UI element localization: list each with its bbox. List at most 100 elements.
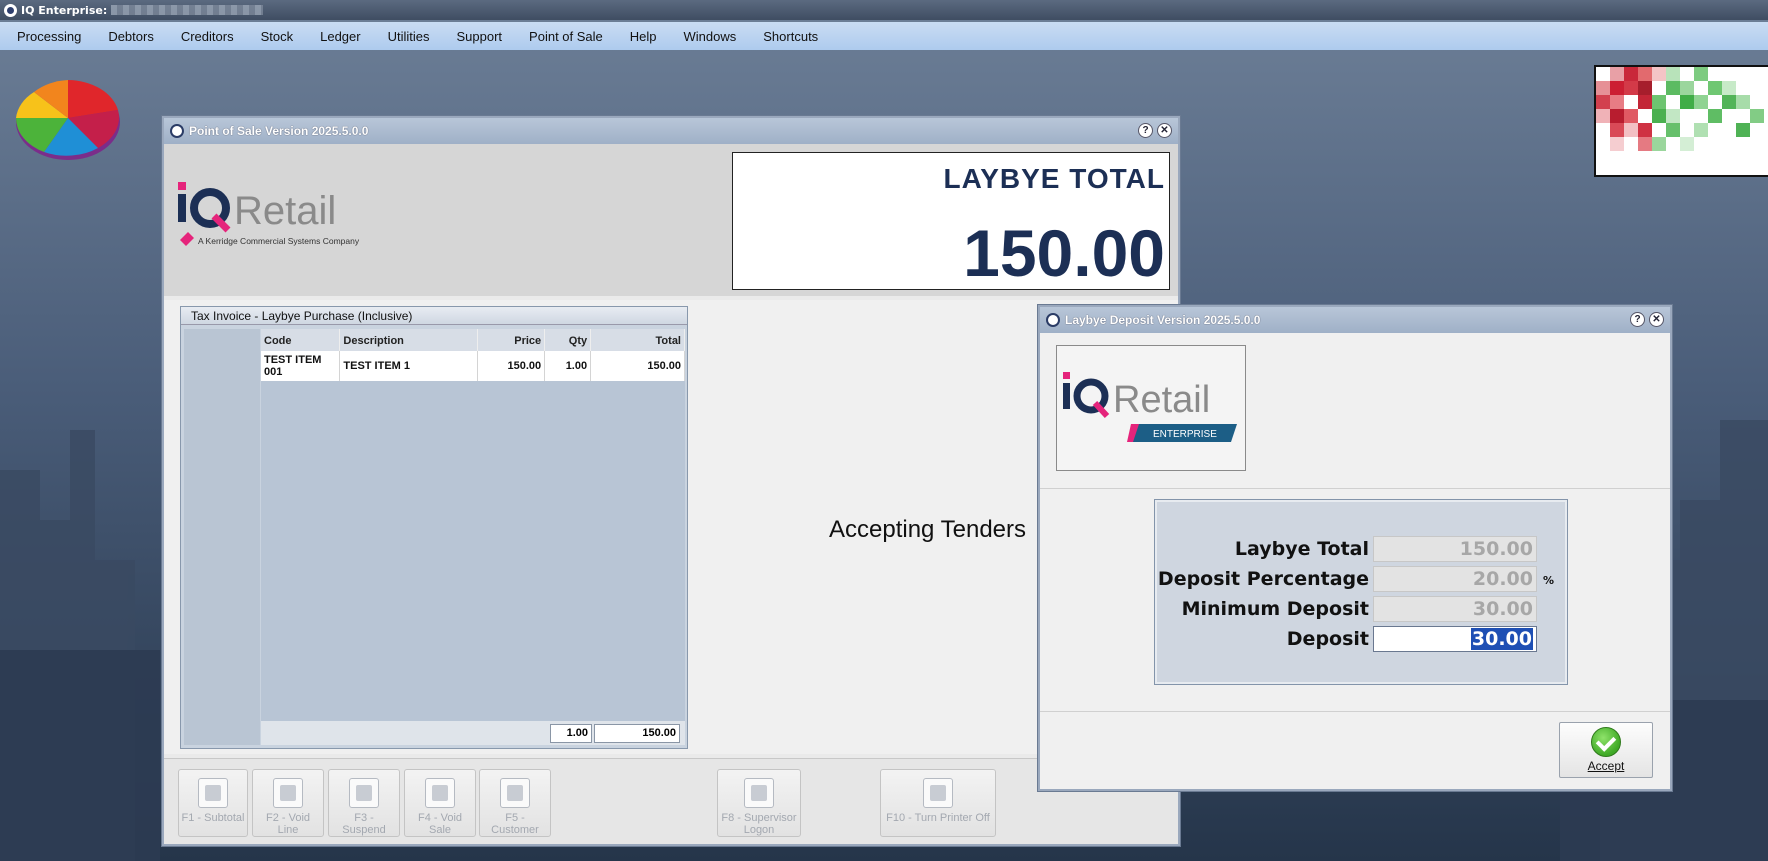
menu-windows[interactable]: Windows: [667, 29, 747, 44]
status-text: Accepting Tenders: [829, 516, 1027, 543]
table-row[interactable]: TEST ITEM 001 TEST ITEM 1 150.00 1.00 15…: [261, 351, 685, 381]
laybye-total-display: LAYBYE TOTAL 150.00: [732, 152, 1170, 290]
invoice-side-column: [184, 329, 260, 745]
logo-subtitle: A Kerridge Commercial Systems Company: [198, 236, 360, 246]
col-total[interactable]: Total: [590, 329, 685, 351]
iq-app-icon: [170, 124, 184, 138]
logo-badge-text: ENTERPRISE: [1153, 429, 1217, 440]
f1-label: F1 - Subtotal: [181, 812, 245, 824]
f5-label: F5 - Customer: [491, 812, 539, 836]
percent-unit: %: [1543, 574, 1555, 587]
f10-printer-button[interactable]: F10 - Turn Printer Off: [880, 769, 996, 837]
laybye-total-label: LAYBYE TOTAL: [943, 163, 1165, 194]
iq-app-icon: [1046, 313, 1060, 327]
pos-window-title: Point of Sale Version 2025.5.0.0: [189, 124, 369, 138]
f2-void-line-button[interactable]: F2 - Void Line: [252, 769, 324, 837]
invoice-title: Tax Invoice - Laybye Purchase (Inclusive…: [181, 307, 687, 325]
laybye-total-label: Laybye Total: [1234, 538, 1369, 560]
menu-processing[interactable]: Processing: [0, 29, 91, 44]
help-icon[interactable]: ?: [1138, 123, 1153, 138]
f3-suspend-button[interactable]: F3 - Suspend: [328, 769, 400, 837]
deposit-dialog-titlebar[interactable]: Laybye Deposit Version 2025.5.0.0 ? ✕: [1040, 307, 1670, 333]
invoice-panel: Tax Invoice - Laybye Purchase (Inclusive…: [180, 306, 688, 749]
menu-utilities[interactable]: Utilities: [371, 29, 440, 44]
col-description[interactable]: Description: [339, 329, 479, 351]
deposit-label: Deposit: [1286, 628, 1369, 650]
deposit-logo-area: Retail ENTERPRISE: [1040, 333, 1670, 489]
menu-support[interactable]: Support: [440, 29, 513, 44]
menu-creditors[interactable]: Creditors: [164, 29, 244, 44]
laybye-total-amount: 150.00: [963, 216, 1165, 290]
f4-void-sale-button[interactable]: F4 - Void Sale: [404, 769, 476, 837]
deposit-form: Laybye Total 150.00 Deposit Percentage 2…: [1154, 499, 1568, 685]
deposit-percentage-label: Deposit Percentage: [1157, 568, 1369, 590]
f1-subtotal-button[interactable]: F1 - Subtotal: [178, 769, 248, 837]
app-titlebar: IQ Enterprise:: [0, 0, 1768, 20]
col-code[interactable]: Code: [261, 329, 341, 351]
menu-help[interactable]: Help: [613, 29, 667, 44]
f5-customer-button[interactable]: F5 - Customer: [479, 769, 551, 837]
check-icon: [1591, 727, 1621, 757]
invoice-grid[interactable]: Code Description Price Qty Total TEST IT…: [261, 329, 685, 721]
help-icon[interactable]: ?: [1630, 312, 1645, 327]
pos-window-titlebar[interactable]: Point of Sale Version 2025.5.0.0 ? ✕: [164, 118, 1178, 144]
laybye-total-row: Laybye Total 150.00: [1155, 536, 1569, 562]
pos-window: Point of Sale Version 2025.5.0.0 ? ✕ Ret…: [162, 116, 1180, 846]
accept-button[interactable]: Accept: [1559, 722, 1653, 778]
cell-description: TEST ITEM 1: [339, 351, 479, 381]
menu-stock[interactable]: Stock: [244, 29, 304, 44]
deposit-input[interactable]: 30.00: [1373, 626, 1537, 652]
f4-label: F4 - Void Sale: [417, 812, 463, 836]
pos-main-area: Tax Invoice - Laybye Purchase (Inclusive…: [164, 300, 1178, 754]
svg-text:Retail: Retail: [1113, 379, 1210, 421]
function-key-bar: F1 - Subtotal F2 - Void Line F3 - Suspen…: [164, 758, 1178, 844]
col-qty[interactable]: Qty: [544, 329, 592, 351]
col-price[interactable]: Price: [477, 329, 546, 351]
minimum-deposit-field: 30.00: [1373, 596, 1537, 622]
f8-supervisor-logon-button[interactable]: F8 - Supervisor Logon: [717, 769, 801, 837]
close-icon[interactable]: ✕: [1649, 312, 1664, 327]
laybye-total-field: 150.00: [1373, 536, 1537, 562]
calculator-icon: [198, 778, 228, 808]
f2-label: F2 - Void Line: [265, 812, 311, 836]
cell-total: 150.00: [590, 351, 685, 381]
f8-label: F8 - Supervisor Logon: [721, 812, 797, 836]
deposit-input-value: 30.00: [1470, 628, 1533, 650]
f10-label: F10 - Turn Printer Off: [886, 812, 990, 824]
printer-icon: [923, 778, 953, 808]
cart-remove-icon: [425, 778, 455, 808]
pie-chart-logo-icon: [15, 80, 120, 160]
deposit-dialog-title: Laybye Deposit Version 2025.5.0.0: [1065, 313, 1261, 327]
accept-label: Accept: [1587, 759, 1625, 773]
iq-retail-logo: Retail A Kerridge Commercial Systems Com…: [178, 182, 360, 246]
deposit-percentage-row: Deposit Percentage 20.00 %: [1155, 566, 1569, 592]
void-line-icon: [273, 778, 303, 808]
deposit-button-bar: Accept: [1040, 711, 1670, 789]
cart-pause-icon: [349, 778, 379, 808]
svg-text:Retail: Retail: [234, 189, 336, 233]
cell-qty: 1.00: [544, 351, 592, 381]
pixelated-image: [1594, 65, 1768, 177]
app-title: IQ Enterprise:: [21, 3, 108, 17]
menu-point-of-sale[interactable]: Point of Sale: [512, 29, 613, 44]
pos-header: Retail A Kerridge Commercial Systems Com…: [164, 144, 1178, 296]
menu-ledger[interactable]: Ledger: [303, 29, 370, 44]
close-icon[interactable]: ✕: [1157, 123, 1172, 138]
footer-total: 150.00: [594, 724, 680, 743]
menu-debtors[interactable]: Debtors: [91, 29, 164, 44]
menubar: Processing Debtors Creditors Stock Ledge…: [0, 22, 1768, 50]
minimum-deposit-label: Minimum Deposit: [1181, 598, 1369, 620]
laybye-deposit-dialog: Laybye Deposit Version 2025.5.0.0 ? ✕ Re…: [1038, 305, 1672, 791]
blurred-company-name: [111, 5, 264, 15]
iq-enterprise-logo: Retail ENTERPRISE: [1056, 345, 1246, 471]
menu-shortcuts[interactable]: Shortcuts: [746, 29, 828, 44]
footer-qty: 1.00: [550, 724, 592, 743]
customer-icon: [500, 778, 530, 808]
app-icon: [4, 3, 17, 17]
invoice-footer: 1.00 150.00: [261, 721, 685, 745]
deposit-percentage-field: 20.00: [1373, 566, 1537, 592]
invoice-header-row: Code Description Price Qty Total: [261, 329, 685, 351]
deposit-row: Deposit 30.00: [1155, 626, 1569, 652]
supervisor-icon: [744, 778, 774, 808]
f3-label: F3 - Suspend: [342, 812, 386, 836]
